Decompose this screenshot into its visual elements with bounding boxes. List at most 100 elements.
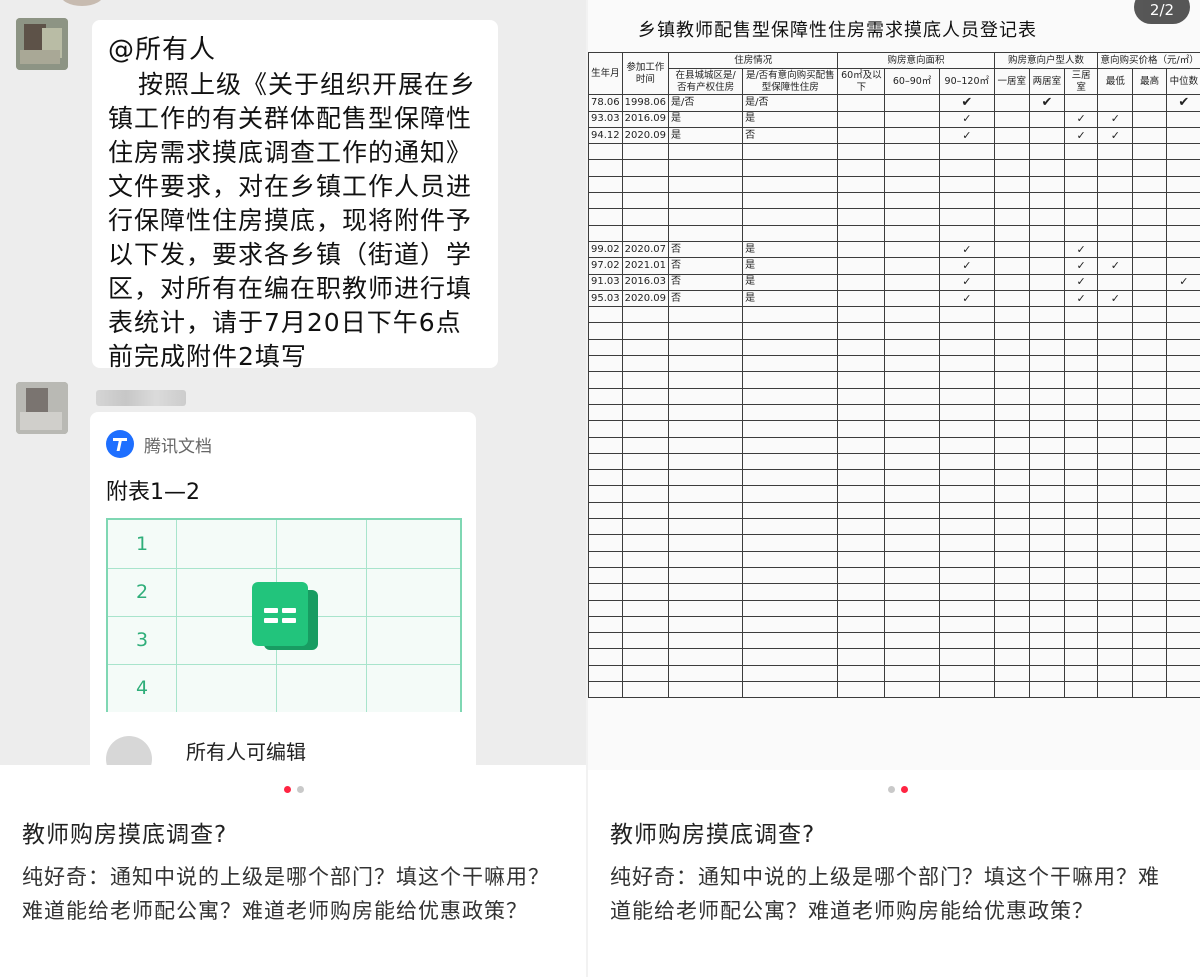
header-price-median: 中位数: [1165, 68, 1200, 96]
table-cell-p2: [1132, 240, 1167, 259]
table-cell-empty: [938, 452, 995, 471]
table-cell-empty: [938, 387, 995, 405]
table-cell-r1: [993, 240, 1030, 259]
table-cell-empty: [1028, 550, 1066, 568]
table-cell-empty: [938, 599, 995, 617]
table-cell-a3: [938, 224, 995, 242]
table-cell-birth: 78.06: [588, 94, 623, 112]
thumb-row-number: 3: [135, 629, 149, 651]
table-cell-empty: [993, 680, 1030, 699]
table-cell-empty: [938, 615, 995, 634]
carousel-dot[interactable]: [297, 786, 304, 793]
table-cell-r1: [993, 175, 1030, 194]
table-cell-empty: [1097, 648, 1134, 666]
table-cell-empty: [1064, 420, 1099, 438]
table-cell-empty: [837, 420, 886, 438]
table-cell-empty: [621, 648, 670, 666]
table-cell-p3: [1165, 143, 1200, 161]
table-cell-empty: [993, 615, 1030, 634]
table-cell-intent: [742, 208, 839, 226]
table-cell-empty: [588, 518, 623, 536]
tencent-doc-card[interactable]: 腾讯文档 附表1—2 1 2 3 4 所有人可编辑: [90, 412, 476, 765]
table-cell-a3: [938, 192, 995, 210]
table-cell-empty: [1165, 583, 1200, 601]
table-cell-work: 2016.03: [621, 273, 670, 291]
header-price-max: 最高: [1132, 68, 1167, 96]
table-cell-empty: [1028, 664, 1066, 682]
table-cell-empty: [993, 566, 1030, 585]
table-cell-empty: [1064, 680, 1099, 699]
table-cell-empty: [1097, 371, 1134, 389]
table-row: 78.06 1998.06 是/否 是/否 ✔ ✔ ✔: [588, 94, 1200, 112]
table-cell-a1: [837, 143, 886, 161]
table-cell-r2: [1028, 224, 1066, 242]
table-cell-empty: [1097, 485, 1134, 503]
table-cell-empty: [742, 632, 839, 650]
table-cell-a2: [884, 110, 940, 128]
table-row: [588, 534, 1200, 552]
table-cell-empty: [993, 632, 1030, 650]
table-row: 95.03 2020.09 否是 ✓ ✓ ✓: [588, 289, 1200, 308]
table-cell-empty: [1132, 599, 1167, 617]
table-row: [588, 387, 1200, 405]
table-cell-empty: [1132, 403, 1167, 422]
table-cell-empty: [884, 501, 940, 520]
table-cell-empty: [993, 322, 1030, 340]
table-row: [588, 143, 1200, 161]
table-cell-own: [667, 192, 744, 210]
blurred-sender-name: [96, 390, 186, 406]
table-cell-empty: [993, 534, 1030, 552]
table-cell-empty: [884, 485, 940, 503]
left-post-panel: @所有人 按照上级《关于组织开展在乡镇工作的有关群体配售型保障性住房需求摸底调查…: [0, 0, 586, 977]
table-cell-empty: [1064, 534, 1099, 552]
table-row: [588, 583, 1200, 601]
carousel-dot[interactable]: [901, 786, 908, 793]
table-cell-empty: [993, 583, 1030, 601]
table-cell-empty: [938, 680, 995, 699]
carousel-dot[interactable]: [284, 786, 291, 793]
table-cell-p3: [1165, 110, 1200, 128]
table-cell-birth: 99.02: [588, 240, 623, 259]
table-cell-empty: [993, 338, 1030, 357]
header-birth: 生年月: [588, 51, 623, 96]
table-cell-r2: [1028, 240, 1066, 259]
carousel-dots[interactable]: [888, 786, 908, 793]
table-cell-birth: 94.12: [588, 126, 623, 145]
table-cell-empty: [1165, 485, 1200, 503]
table-cell-empty: [1028, 322, 1066, 340]
table-cell-empty: [621, 355, 670, 373]
table-cell-empty: [621, 583, 670, 601]
table-cell-birth: 95.03: [588, 289, 623, 308]
table-cell-empty: [1028, 534, 1066, 552]
table-cell-r1: [993, 289, 1030, 308]
table-cell-r3: [1064, 143, 1099, 161]
table-cell-a3: ✓: [938, 257, 995, 275]
table-scan-image[interactable]: 2/2 乡镇教师配售型保障性住房需求摸底人员登记表 生年月 参加工作时间 住房情…: [588, 0, 1200, 770]
table-cell-r1: [993, 94, 1030, 112]
table-cell-empty: [837, 550, 886, 568]
table-cell-empty: [1165, 566, 1200, 585]
table-cell-empty: [1132, 501, 1167, 520]
table-cell-empty: [742, 599, 839, 617]
table-cell-a3: ✓: [938, 273, 995, 291]
table-cell-intent: 是/否: [742, 94, 839, 112]
carousel-dot[interactable]: [888, 786, 895, 793]
table-cell-p3: [1165, 257, 1200, 275]
table-cell-empty: [837, 534, 886, 552]
message-bubble[interactable]: @所有人 按照上级《关于组织开展在乡镇工作的有关群体配售型保障性住房需求摸底调查…: [92, 20, 498, 371]
carousel-dots[interactable]: [284, 786, 304, 793]
table-cell-empty: [621, 680, 670, 699]
table-cell-empty: [667, 485, 744, 503]
table-cell-empty: [837, 387, 886, 405]
table-cell-empty: [588, 648, 623, 666]
table-row: [588, 550, 1200, 568]
table-cell-work: [621, 159, 670, 177]
table-cell-empty: [588, 485, 623, 503]
table-cell-p2: [1132, 192, 1167, 210]
doc-permission-label: 所有人可编辑: [186, 740, 306, 764]
table-cell-empty: [667, 387, 744, 405]
header-price-min: 最低: [1097, 68, 1134, 96]
chat-screenshot-image[interactable]: @所有人 按照上级《关于组织开展在乡镇工作的有关群体配售型保障性住房需求摸底调查…: [0, 0, 586, 765]
table-cell-intent: [742, 192, 839, 210]
table-cell-empty: [667, 566, 744, 585]
